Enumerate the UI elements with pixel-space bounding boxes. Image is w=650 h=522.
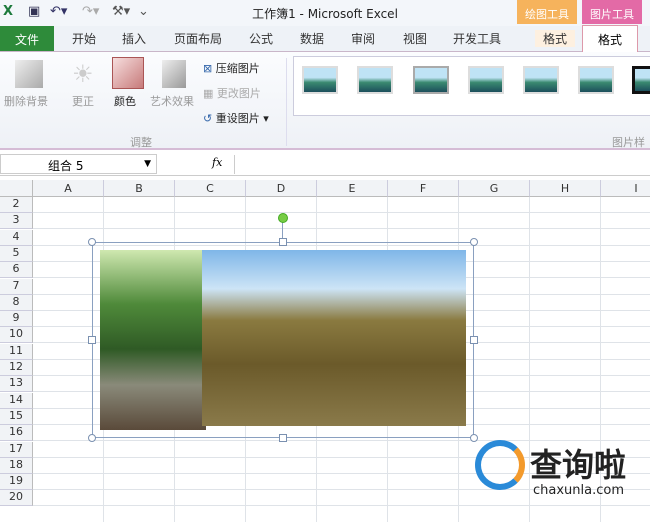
watermark-text: 查询啦	[530, 446, 627, 484]
corrections-icon: ☀	[72, 60, 94, 88]
row-header[interactable]: 15	[0, 408, 33, 425]
watermark-url: chaxunla.com	[533, 483, 624, 498]
resize-handle[interactable]	[279, 434, 287, 442]
rotate-handle[interactable]	[278, 213, 288, 223]
column-header[interactable]: F	[388, 180, 459, 197]
group-selection-frame	[92, 242, 474, 438]
group-styles-label: 图片样	[612, 136, 645, 149]
style-thumb[interactable]	[632, 66, 650, 94]
row-header[interactable]: 11	[0, 343, 33, 360]
reset-picture-icon: ↺	[203, 112, 213, 125]
group-divider	[286, 58, 287, 146]
column-header[interactable]: B	[104, 180, 175, 197]
style-thumb[interactable]	[578, 66, 614, 94]
change-picture-icon: ▦	[203, 87, 214, 100]
select-all-button[interactable]	[0, 180, 33, 197]
formula-input[interactable]	[234, 155, 650, 174]
corrections-button[interactable]: 更正	[72, 93, 94, 109]
color-button[interactable]: 颜色	[114, 93, 136, 109]
row-header[interactable]: 14	[0, 392, 33, 409]
row-header[interactable]: 17	[0, 441, 33, 458]
group-adjust-label: 调整	[130, 136, 152, 149]
compress-label: 压缩图片	[215, 62, 260, 75]
chevron-down-icon: ▼	[144, 159, 151, 169]
artistic-effects-button[interactable]: 艺术效果	[150, 93, 194, 109]
column-header[interactable]: D	[246, 180, 317, 197]
resize-handle[interactable]	[470, 434, 478, 442]
tab-drawing-format[interactable]: 格式	[535, 30, 576, 47]
row-header[interactable]: 20	[0, 490, 33, 507]
row-header[interactable]: 9	[0, 311, 33, 328]
artistic-effects-icon	[162, 60, 186, 88]
context-tab-picture: 图片工具	[582, 0, 642, 24]
row-header[interactable]: 13	[0, 376, 33, 393]
tab-insert[interactable]: 插入	[122, 30, 146, 47]
name-box-value: 组合 5	[48, 159, 84, 173]
resize-handle[interactable]	[470, 238, 478, 246]
column-header[interactable]: C	[175, 180, 246, 197]
watermark-logo	[475, 440, 525, 490]
row-header[interactable]: 8	[0, 294, 33, 311]
context-tab-drawing: 绘图工具	[517, 0, 577, 24]
row-header[interactable]: 18	[0, 457, 33, 474]
resize-handle[interactable]	[88, 336, 96, 344]
tab-formulas[interactable]: 公式	[249, 30, 273, 47]
change-label: 更改图片	[216, 87, 261, 100]
row-header[interactable]: 4	[0, 229, 33, 246]
color-icon	[112, 57, 144, 89]
tab-page-layout[interactable]: 页面布局	[174, 30, 222, 47]
row-header[interactable]: 12	[0, 360, 33, 376]
tab-developer[interactable]: 开发工具	[453, 30, 501, 47]
column-header[interactable]: E	[317, 180, 388, 197]
compress-pictures-button[interactable]: ⊠ 压缩图片	[203, 60, 260, 76]
resize-handle[interactable]	[88, 434, 96, 442]
remove-background-button[interactable]: 删除背景	[4, 93, 48, 109]
fx-icon[interactable]: fx	[212, 156, 222, 169]
style-thumb[interactable]	[468, 66, 504, 94]
tab-data[interactable]: 数据	[300, 30, 324, 47]
style-thumb[interactable]	[357, 66, 393, 94]
row-header[interactable]: 5	[0, 245, 33, 262]
tab-review[interactable]: 审阅	[351, 30, 375, 47]
resize-handle[interactable]	[88, 238, 96, 246]
column-header[interactable]: I	[601, 180, 650, 197]
grid-line	[33, 212, 650, 213]
change-picture-button[interactable]: ▦ 更改图片	[203, 85, 261, 101]
style-thumb[interactable]	[523, 66, 559, 94]
tab-view[interactable]: 视图	[403, 30, 427, 47]
tab-file[interactable]: 文件	[0, 26, 54, 51]
tab-picture-format[interactable]: 格式	[582, 25, 638, 52]
compress-icon: ⊠	[203, 62, 213, 75]
row-header[interactable]: 2	[0, 197, 33, 213]
reset-label: 重设图片	[215, 112, 260, 125]
tab-home[interactable]: 开始	[72, 30, 96, 47]
grid-line	[33, 228, 650, 230]
grid-line	[33, 505, 650, 507]
column-header[interactable]: G	[459, 180, 530, 197]
remove-background-icon	[15, 60, 43, 88]
resize-handle[interactable]	[470, 336, 478, 344]
row-header[interactable]: 10	[0, 327, 33, 344]
reset-picture-button[interactable]: ↺ 重设图片 ▾	[203, 110, 269, 126]
resize-handle[interactable]	[279, 238, 287, 246]
row-header[interactable]: 6	[0, 262, 33, 279]
name-box[interactable]: 组合 5 ▼	[0, 154, 157, 174]
column-header[interactable]: A	[33, 180, 104, 197]
row-header[interactable]: 7	[0, 278, 33, 295]
row-header[interactable]: 3	[0, 213, 33, 230]
style-thumb[interactable]	[302, 66, 338, 94]
row-header[interactable]: 19	[0, 474, 33, 491]
column-header[interactable]: H	[530, 180, 601, 197]
row-header[interactable]: 16	[0, 425, 33, 442]
style-thumb[interactable]	[413, 66, 449, 94]
